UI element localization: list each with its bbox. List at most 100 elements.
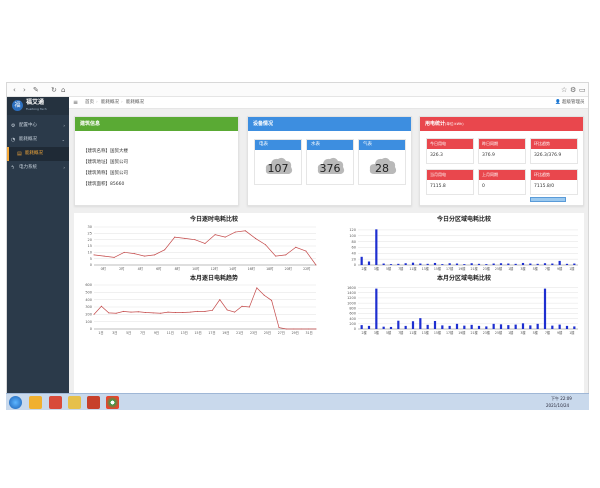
- sidebar-item-energy[interactable]: ◔ 能耗概况 ⌄: [7, 133, 69, 147]
- sidebar-item-config[interactable]: ⚙ 配置中心 ›: [7, 119, 69, 133]
- energy-box: 环比趋势 7115.8/0: [530, 169, 578, 195]
- taskbar: 下午 22:09 2021/10/24: [6, 393, 589, 410]
- chart-title: 今日分区域电耗比较: [436, 216, 491, 223]
- forward-icon[interactable]: ›: [23, 85, 26, 95]
- bar: [543, 263, 547, 265]
- data-point: [143, 255, 145, 257]
- bar: [485, 326, 488, 329]
- x-tick-label: 11楼: [409, 330, 417, 335]
- data-point: [234, 231, 236, 233]
- bar: [507, 325, 510, 329]
- x-tick-label: 5楼: [533, 266, 539, 271]
- bar: [514, 324, 517, 329]
- energy-box: 昨日同期 376.9: [478, 138, 526, 164]
- energy-value: 7115.8: [430, 184, 446, 189]
- y-tick-label: 5: [90, 257, 92, 261]
- app-logo: 福 福艾通 Fuaitong Tech: [7, 97, 69, 115]
- home-icon[interactable]: ⌂: [61, 85, 65, 95]
- energy-value: 326.3/376.9: [534, 153, 562, 158]
- x-tick-label: 22时: [303, 266, 311, 271]
- bar: [433, 262, 437, 265]
- media-icon[interactable]: [49, 396, 62, 409]
- x-tick-label: 3楼: [374, 266, 380, 271]
- bar: [470, 324, 473, 329]
- bar: [448, 263, 451, 265]
- bar: [565, 263, 569, 265]
- bar: [455, 323, 459, 329]
- refresh-icon[interactable]: ↻: [51, 85, 57, 95]
- x-tick-label: 1楼: [508, 330, 514, 335]
- logo-text: 福艾通: [26, 99, 45, 106]
- bar: [485, 264, 488, 265]
- x-tick-label: 5楼: [386, 330, 392, 335]
- sidebar-item-label: 能耗概况: [25, 151, 43, 156]
- menu-icon[interactable]: ≡: [73, 97, 78, 109]
- data-point: [271, 299, 273, 301]
- building-card: 建筑信息 【建筑名称】国贸大楼 【建筑地址】国贸公司 【建筑简称】国贸公司 【建…: [74, 116, 239, 206]
- user-name[interactable]: 超级管理员: [562, 97, 585, 109]
- x-tick-label: 25楼: [495, 266, 503, 271]
- y-tick-label: 1600: [347, 286, 356, 290]
- bar: [441, 264, 444, 265]
- x-tick-label: 9楼: [557, 330, 563, 335]
- bar: [375, 229, 378, 265]
- bookmark-icon[interactable]: ☆: [561, 85, 567, 95]
- energy-title: 用电统计: [425, 121, 446, 127]
- data-point: [137, 311, 139, 313]
- start-button[interactable]: [9, 396, 22, 409]
- breadcrumb-item[interactable]: 能耗概况: [126, 97, 144, 109]
- sidebar-item-power[interactable]: ϟ 电力系统 ›: [7, 161, 69, 175]
- y-tick-label: 300: [85, 305, 92, 309]
- data-point: [130, 311, 132, 313]
- y-tick-label: 200: [85, 313, 92, 317]
- data-point: [278, 327, 280, 329]
- x-tick-label: 25楼: [495, 330, 503, 335]
- tray-date: 2021/10/24: [546, 403, 570, 408]
- chrome-icon[interactable]: [106, 396, 119, 409]
- data-point: [113, 256, 115, 258]
- sidebar-item-label: 配置中心: [19, 123, 37, 128]
- breadcrumb-item[interactable]: 能耗概况: [101, 97, 119, 109]
- doc-icon: ▤: [17, 151, 22, 157]
- data-point: [315, 264, 317, 266]
- bar: [426, 263, 429, 265]
- device-count: 107: [267, 162, 289, 175]
- x-tick-label: 19楼: [458, 266, 466, 271]
- bar: [492, 263, 495, 265]
- y-tick-label: 100: [349, 234, 356, 238]
- folder-icon[interactable]: [68, 396, 81, 409]
- x-tick-label: 3日: [112, 331, 117, 335]
- breadcrumb-home[interactable]: 首页: [85, 97, 94, 109]
- y-tick-label: 40: [352, 252, 356, 256]
- series-line: [93, 287, 316, 330]
- x-tick-label: 5楼: [533, 330, 539, 335]
- x-tick-label: 27日: [278, 331, 285, 335]
- bar: [419, 318, 422, 329]
- x-tick-label: 2楼: [362, 330, 368, 335]
- sidebar-item-energy-overview[interactable]: ▤ 能耗概况: [7, 147, 69, 161]
- chart-title: 今日逐时电耗比较: [189, 216, 238, 223]
- bar: [507, 263, 510, 265]
- data-point: [93, 313, 95, 315]
- back-icon[interactable]: ‹: [13, 85, 16, 95]
- y-tick-label: 20: [88, 238, 92, 242]
- energy-widget[interactable]: [530, 197, 566, 202]
- data-point: [305, 250, 307, 252]
- x-tick-label: 13日: [181, 331, 188, 335]
- user-icon[interactable]: 👤: [555, 97, 561, 109]
- y-tick-label: 0: [90, 327, 92, 331]
- window-icon[interactable]: ▭: [579, 85, 586, 95]
- energy-label: 当月用电: [427, 170, 473, 180]
- explorer-icon[interactable]: [29, 396, 42, 409]
- y-tick-label: 1000: [347, 301, 356, 305]
- y-tick-label: 60: [352, 246, 356, 250]
- bar: [463, 325, 466, 329]
- ppt-icon[interactable]: [87, 396, 100, 409]
- gear-icon[interactable]: ⚙: [570, 85, 576, 95]
- data-point: [214, 234, 216, 236]
- data-point: [293, 328, 295, 330]
- device-label: 水表: [307, 140, 353, 150]
- data-point: [308, 328, 310, 330]
- data-point: [174, 312, 176, 313]
- edit-icon[interactable]: ✎: [33, 85, 39, 95]
